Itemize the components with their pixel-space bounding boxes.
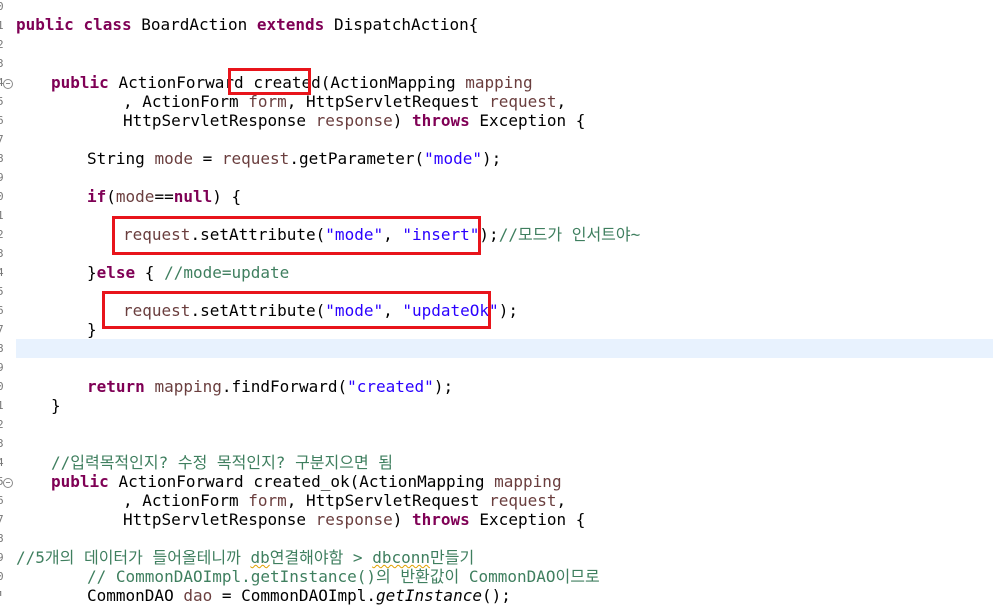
line-number: 2 [0,418,4,431]
line-number: 0 [0,380,4,393]
line-number: 7 [0,513,4,526]
line-number: 4 [0,456,4,469]
line-number: 8 [0,342,4,355]
method-created-ok-signature-2: , ActionForm form, HttpServletRequest re… [123,491,567,510]
line-number: 8 [0,152,4,165]
line-number: 0 [0,570,4,583]
line-number: 1 [0,19,4,32]
line-number: 9 [0,361,4,374]
line-number: 2 [0,228,4,241]
comment-purpose-line: //입력목적인지? 수정 목적인지? 구분지으면 됨 [51,453,394,472]
annotation-box-update [102,291,491,329]
line-number: 7 [0,133,4,146]
get-mode-line: String mode = request.getParameter("mode… [87,149,502,168]
line-number: 6 [0,494,4,507]
line-number: 6 [0,304,4,317]
line-number: 5 [0,95,4,108]
else-line: }else { //mode=update [87,263,290,282]
line-number: 0 [0,190,4,203]
method-created-signature-3: HttpServletResponse response) throws Exc… [123,111,586,130]
line-number: 0 [0,0,4,13]
line-number: 1 [0,399,4,412]
line-number-gutter: 01234567890123456789012345678901 [0,0,8,596]
class-declaration-line: public class BoardAction extends Dispatc… [16,15,479,34]
line-number: 5 [0,285,4,298]
line-number: 9 [0,551,4,564]
line-number: 7 [0,323,4,336]
comment-db-connection-line: //5개의 데이터가 들어올테니까 db연결해야함 > dbconn만들기 [16,548,475,567]
method-created-signature-1: public ActionForward created(ActionMappi… [51,73,533,92]
line-number: 1 [0,209,4,222]
comment-dao-line: // CommonDAOImpl.getInstance()의 반환값이 Com… [87,567,600,586]
method-close-brace: } [51,396,61,415]
fold-collapse-icon[interactable]: − [3,79,13,89]
line-number: 3 [0,57,4,70]
line-number: 2 [0,38,4,51]
line-number: 3 [0,437,4,450]
line-number: 9 [0,171,4,184]
line-number: 3 [0,247,4,260]
method-created-ok-signature-1: public ActionForward created_ok(ActionMa… [51,472,562,491]
method-created-ok-signature-3: HttpServletResponse response) throws Exc… [123,510,586,529]
annotation-box-insert [112,216,481,255]
line-number: 6 [0,114,4,127]
line-number: 4 [0,266,4,279]
line-number: 8 [0,532,4,545]
return-line: return mapping.findForward("created"); [87,377,454,396]
fold-collapse-icon[interactable]: − [3,478,13,488]
annotation-box-created [228,68,311,95]
if-null-line: if(mode==null) { [87,187,242,206]
line-number: 1 [0,589,4,596]
